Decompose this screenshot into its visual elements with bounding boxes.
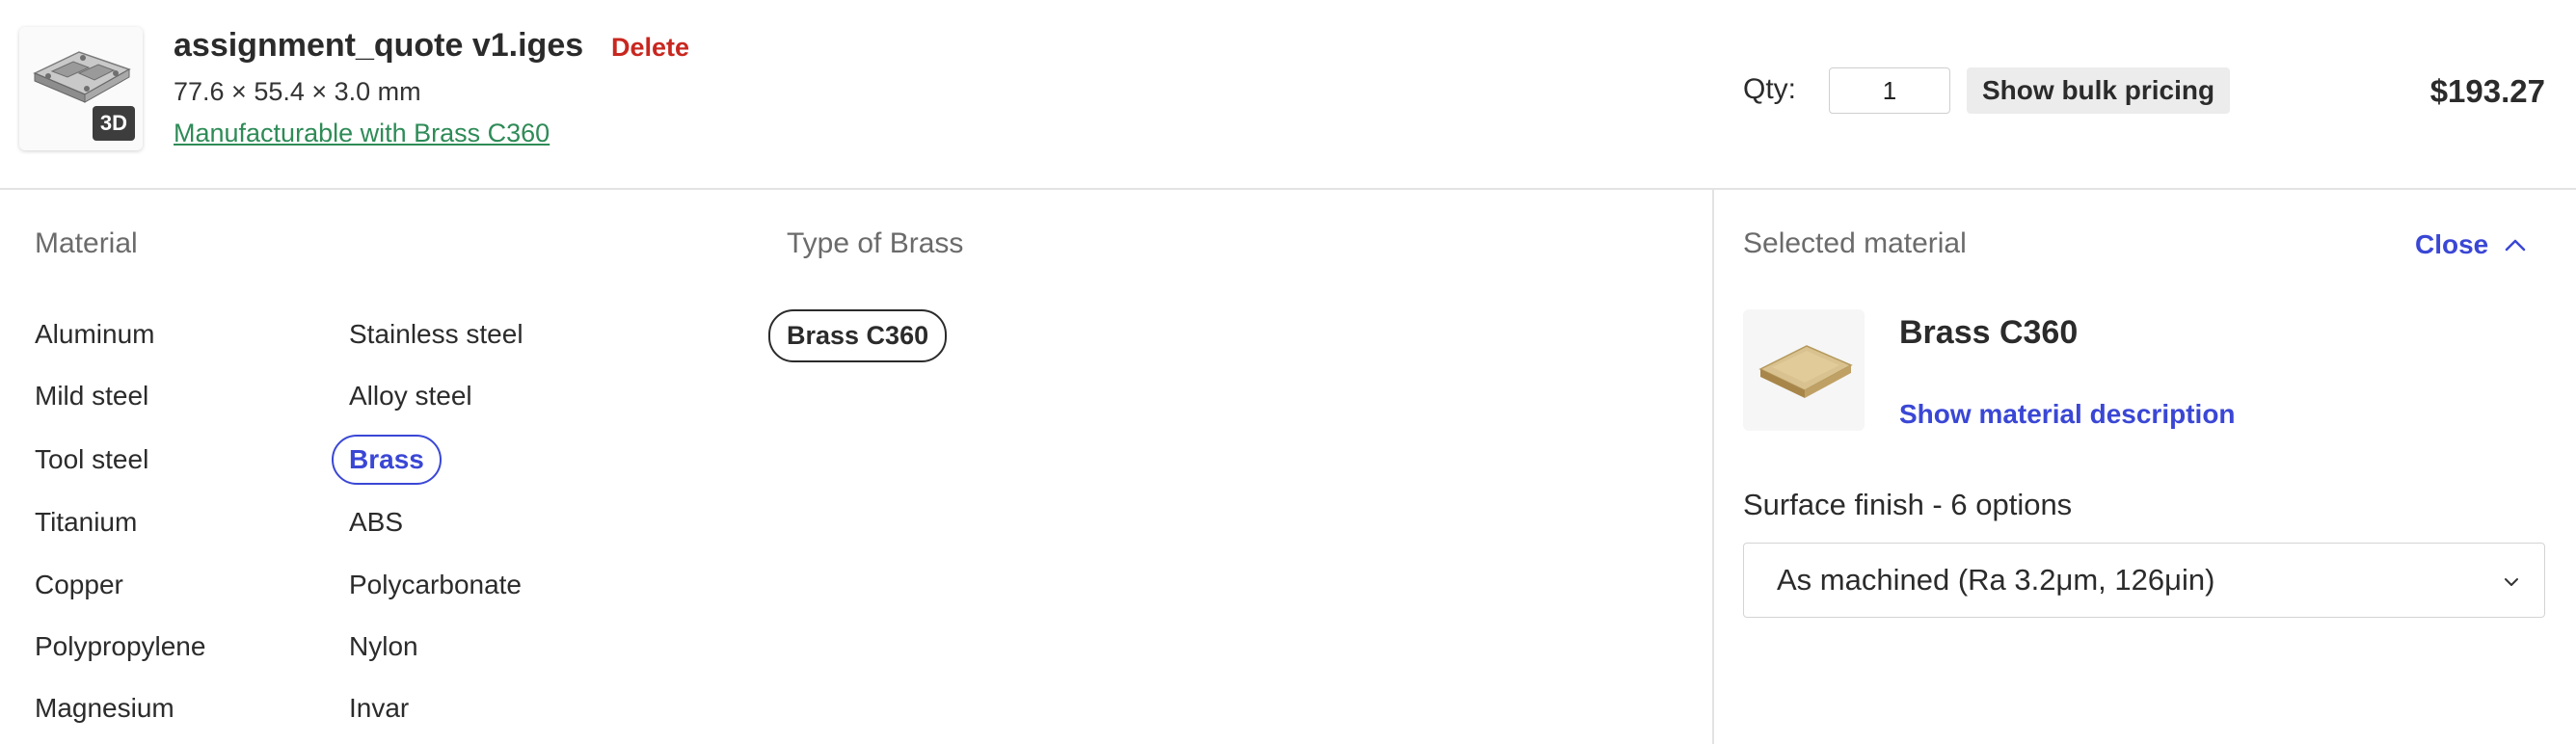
material-option-abs[interactable]: ABS — [349, 507, 403, 538]
show-material-description-link[interactable]: Show material description — [1899, 399, 2236, 430]
qty-input[interactable] — [1829, 67, 1950, 114]
material-option-polycarbonate[interactable]: Polycarbonate — [349, 570, 522, 600]
material-image — [1743, 309, 1865, 431]
panel-divider — [1712, 190, 1714, 744]
material-option-mild-steel[interactable]: Mild steel — [35, 381, 148, 412]
chevron-up-icon[interactable] — [2503, 233, 2528, 258]
material-option-aluminum[interactable]: Aluminum — [35, 319, 154, 350]
material-option-polypropylene[interactable]: Polypropylene — [35, 631, 205, 662]
chevron-down-icon — [2505, 578, 2518, 586]
close-button[interactable]: Close — [2415, 229, 2488, 260]
surface-finish-value: As machined (Ra 3.2μm, 126μin) — [1777, 563, 2215, 597]
material-option-invar[interactable]: Invar — [349, 693, 409, 724]
material-option-magnesium[interactable]: Magnesium — [35, 693, 174, 724]
part-thumbnail[interactable]: 3D — [19, 27, 143, 150]
material-option-tool-steel[interactable]: Tool steel — [35, 444, 148, 475]
part-header: 3D assignment_quote v1.iges Delete 77.6 … — [0, 0, 2576, 190]
surface-finish-select[interactable]: As machined (Ra 3.2μm, 126μin) — [1743, 543, 2545, 618]
delete-button[interactable]: Delete — [611, 33, 689, 63]
material-option-nylon[interactable]: Nylon — [349, 631, 418, 662]
brass-plate-icon — [1758, 345, 1853, 398]
material-option-titanium[interactable]: Titanium — [35, 507, 137, 538]
file-name: assignment_quote v1.iges — [174, 27, 584, 64]
material-option-alloy-steel[interactable]: Alloy steel — [349, 381, 472, 412]
part-dimensions: 77.6 × 55.4 × 3.0 mm — [174, 77, 421, 106]
qty-label: Qty: — [1743, 73, 1797, 105]
manufacturable-link[interactable]: Manufacturable with Brass C360 — [174, 119, 550, 148]
price: $193.27 — [2429, 73, 2545, 109]
material-option-brass-selected[interactable]: Brass — [332, 435, 442, 485]
surface-finish-label: Surface finish - 6 options — [1743, 488, 2073, 521]
selected-material-name: Brass C360 — [1899, 314, 2079, 351]
material-option-copper[interactable]: Copper — [35, 570, 123, 600]
material-section-title: Material — [35, 227, 138, 259]
3d-badge: 3D — [92, 106, 135, 141]
show-bulk-pricing-button[interactable]: Show bulk pricing — [1967, 67, 2231, 114]
type-section-title: Type of Brass — [787, 227, 964, 259]
material-option-stainless-steel[interactable]: Stainless steel — [349, 319, 523, 350]
3d-part-thumbnail-icon — [33, 51, 131, 103]
type-option-brass-c360[interactable]: Brass C360 — [768, 309, 948, 362]
selected-material-title: Selected material — [1743, 227, 1967, 259]
